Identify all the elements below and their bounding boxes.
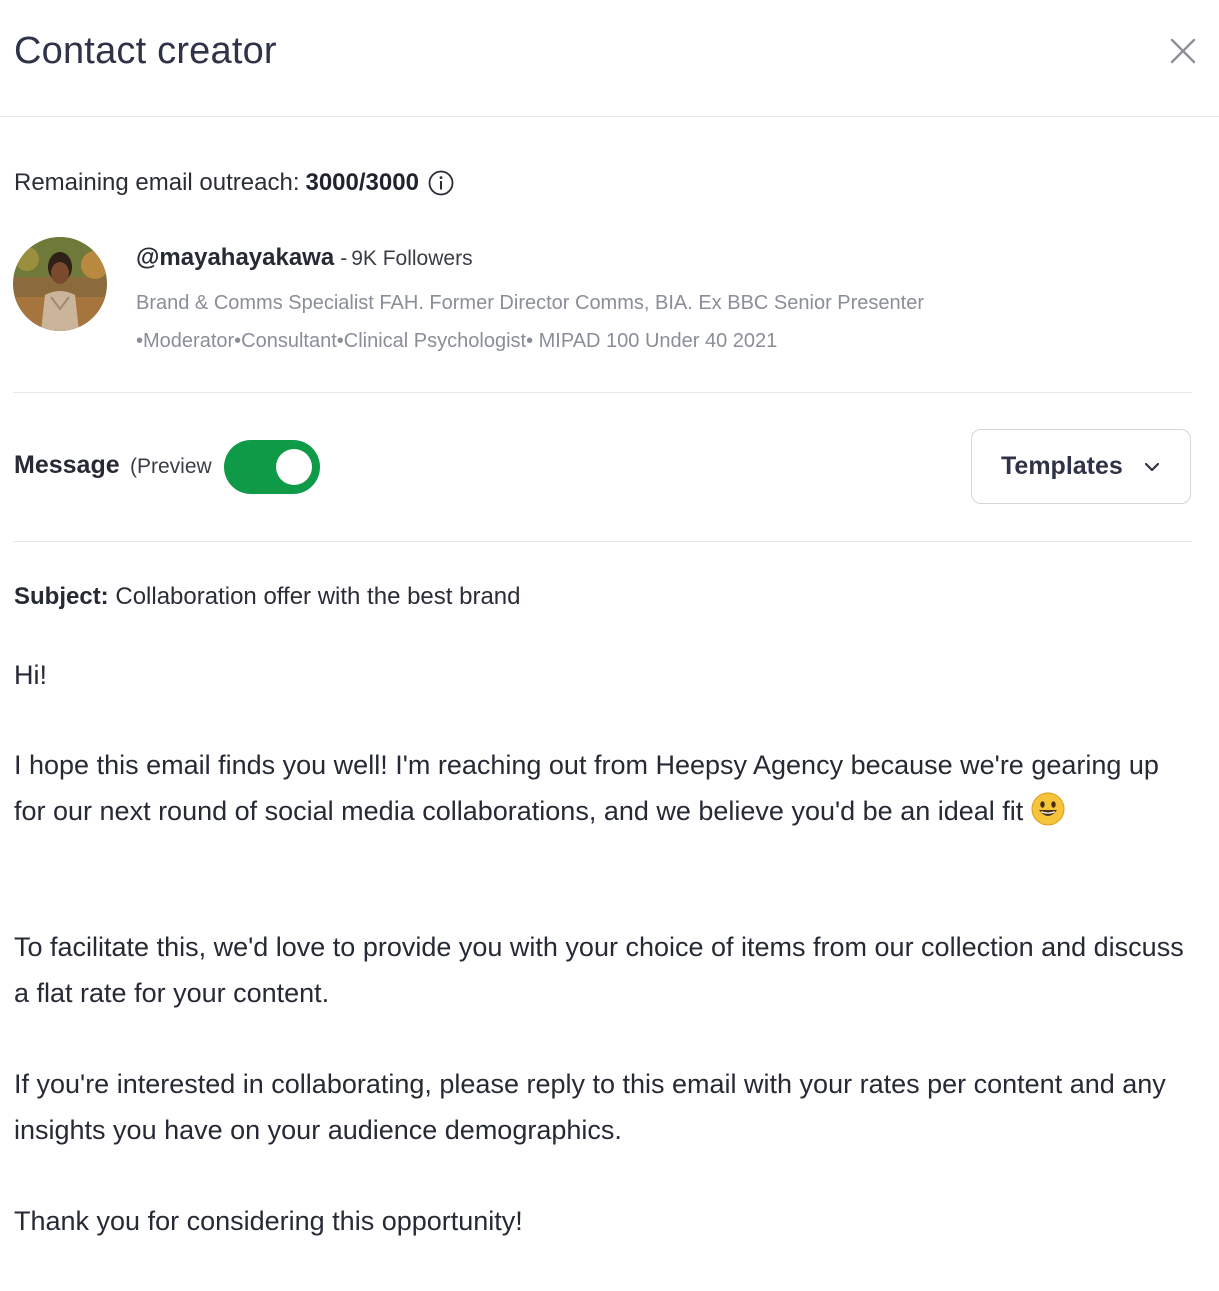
toggle-knob xyxy=(276,449,312,485)
chevron-down-icon xyxy=(1141,456,1163,478)
modal-title: Contact creator xyxy=(14,30,277,72)
outreach-value: 3000/3000 xyxy=(305,169,419,196)
preview-label: (Preview xyxy=(130,455,212,478)
templates-label: Templates xyxy=(1001,452,1123,480)
message-label: Message xyxy=(14,451,120,479)
subject-label: Subject: xyxy=(14,583,109,610)
creator-avatar[interactable] xyxy=(13,237,107,331)
contact-creator-modal: Contact creator Remaining email outreach… xyxy=(0,0,1219,1291)
divider xyxy=(13,541,1192,542)
creator-header: @mayahayakawa - 9K Followers xyxy=(136,244,473,272)
email-greeting: Hi! xyxy=(14,660,47,690)
creator-handle[interactable]: @mayahayakawa xyxy=(136,244,334,272)
subject-text: Collaboration offer with the best brand xyxy=(115,583,521,610)
paragraph-1-text: I hope this email finds you well! I'm re… xyxy=(14,750,1159,826)
modal-header: Contact creator xyxy=(0,0,1219,117)
handle-separator: - xyxy=(340,247,348,270)
info-icon[interactable] xyxy=(428,170,454,196)
creator-followers: 9K Followers xyxy=(351,247,473,270)
outreach-label: Remaining email outreach: xyxy=(14,169,300,196)
close-button[interactable] xyxy=(1166,34,1200,68)
creator-bio: Brand & Comms Specialist FAH. Former Dir… xyxy=(136,292,924,352)
email-paragraph-3: If you're interested in collaborating, p… xyxy=(14,1069,1166,1145)
email-outreach-counter: Remaining email outreach: 3000/3000 xyxy=(14,169,454,197)
email-paragraph-1: I hope this email finds you well! I'm re… xyxy=(14,742,1194,834)
email-paragraph-2: To facilitate this, we'd love to provide… xyxy=(14,932,1184,1008)
close-icon xyxy=(1170,38,1196,64)
templates-dropdown[interactable]: Templates xyxy=(971,429,1191,504)
preview-toggle[interactable] xyxy=(224,440,320,494)
divider xyxy=(13,392,1192,393)
smiley-emoji-icon xyxy=(1031,792,1065,826)
email-closing: Thank you for considering this opportuni… xyxy=(14,1206,523,1236)
email-subject: Subject: Collaboration offer with the be… xyxy=(14,583,521,611)
